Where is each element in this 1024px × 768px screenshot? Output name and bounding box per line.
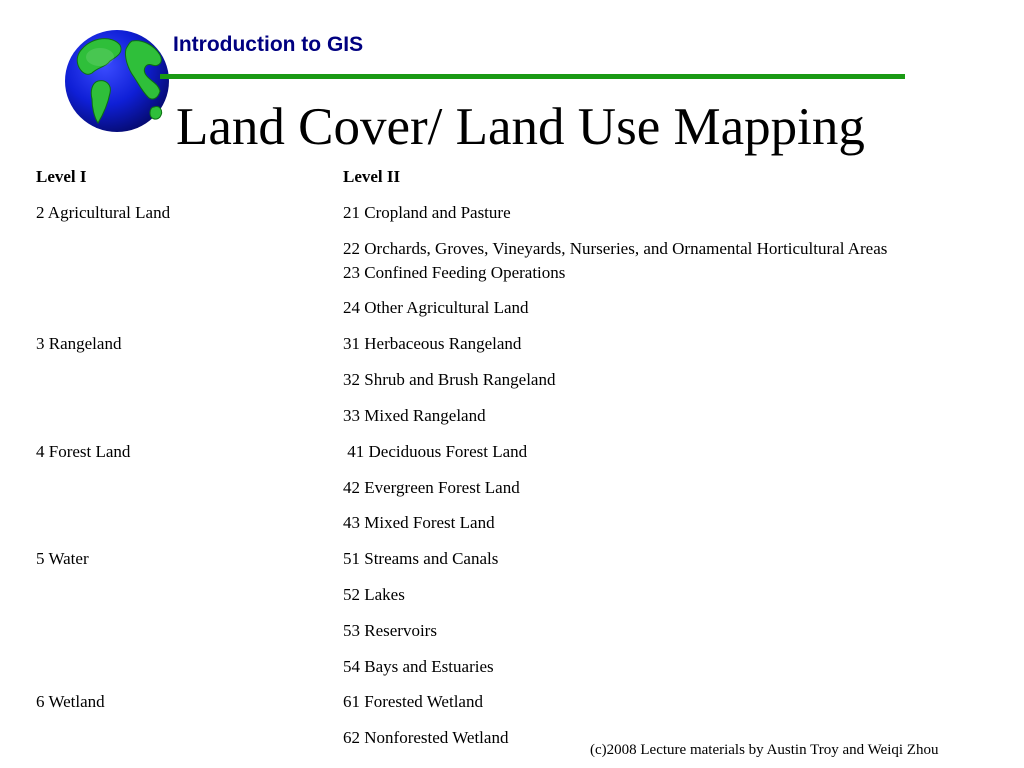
level-2-cell: 33 Mixed Rangeland <box>343 406 486 425</box>
level-2-cell: 52 Lakes <box>343 585 405 604</box>
globe-icon <box>65 30 169 132</box>
level-1-cell: 3 Rangeland <box>36 334 122 353</box>
column-header-level-1: Level I <box>36 167 87 186</box>
level-2-cell: 22 Orchards, Groves, Vineyards, Nurserie… <box>343 239 888 258</box>
level-1-cell: 4 Forest Land <box>36 442 131 461</box>
level-2-cell: 23 Confined Feeding Operations <box>343 263 566 282</box>
copyright-footer: (c)2008 Lecture materials by Austin Troy… <box>590 742 939 758</box>
level-1-cell: 2 Agricultural Land <box>36 203 171 222</box>
level-2-cell: 24 Other Agricultural Land <box>343 298 529 317</box>
level-2-cell: 41 Deciduous Forest Land <box>343 442 528 461</box>
level-2-cell: 54 Bays and Estuaries <box>343 657 494 676</box>
level-2-cell: 53 Reservoirs <box>343 621 437 640</box>
level-2-cell: 61 Forested Wetland <box>343 692 483 711</box>
level-1-cell: 6 Wetland <box>36 692 105 711</box>
level-2-cell: 31 Herbaceous Rangeland <box>343 334 522 353</box>
level-2-cell: 32 Shrub and Brush Rangeland <box>343 370 556 389</box>
level-2-cell: 42 Evergreen Forest Land <box>343 478 520 497</box>
level-2-cell: 21 Cropland and Pasture <box>343 203 511 222</box>
course-title: Introduction to GIS <box>173 33 364 56</box>
level-2-cell: 51 Streams and Canals <box>343 549 499 568</box>
slide-title: Land Cover/ Land Use Mapping <box>176 98 865 156</box>
header-divider <box>160 74 905 79</box>
level-2-cell: 62 Nonforested Wetland <box>343 728 509 747</box>
level-1-cell: 5 Water <box>36 549 89 568</box>
level-2-cell: 43 Mixed Forest Land <box>343 513 495 532</box>
column-header-level-2: Level II <box>343 167 401 186</box>
